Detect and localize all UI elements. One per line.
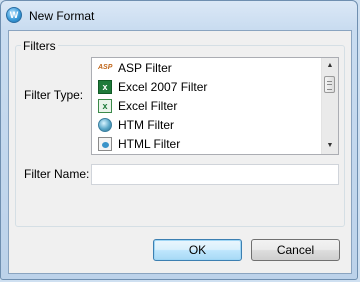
scrollbar-thumb[interactable] <box>324 76 335 93</box>
list-item-label: Excel 2007 Filter <box>118 80 208 94</box>
list-item-label: ASP Filter <box>118 61 172 75</box>
list-item[interactable]: x Excel 2007 Filter <box>96 78 318 97</box>
scroll-down-arrow-icon[interactable]: ▼ <box>322 138 338 154</box>
list-item[interactable]: HTML Filter <box>96 135 318 154</box>
list-item-label: HTM Filter <box>118 118 174 132</box>
filter-name-input[interactable] <box>91 164 339 185</box>
filter-type-label: Filter Type: <box>24 88 84 102</box>
list-scrollbar[interactable]: ▲ ▼ <box>321 58 338 154</box>
partial-list-item-icon <box>98 154 112 155</box>
list-item[interactable]: HTM Filter <box>96 116 318 135</box>
list-item[interactable]: ASP ASP Filter <box>96 59 318 78</box>
list-item[interactable]: x Excel Filter <box>96 97 318 116</box>
cancel-button[interactable]: Cancel <box>251 239 340 261</box>
title-bar[interactable]: W New Format <box>1 1 357 31</box>
filters-group-label: Filters <box>21 39 58 53</box>
asp-file-icon: ASP <box>98 64 113 71</box>
window-title: New Format <box>29 9 95 23</box>
filter-type-list[interactable]: ASP ASP Filter x Excel 2007 Filter x Exc… <box>91 57 339 155</box>
scroll-up-arrow-icon[interactable]: ▲ <box>322 58 338 74</box>
dialog-window: W New Format Filters Filter Type: ASP AS… <box>0 0 358 280</box>
excel-icon: x <box>98 99 112 113</box>
htm-globe-icon <box>98 118 112 132</box>
excel-2007-icon: x <box>98 80 112 94</box>
filter-name-label: Filter Name: <box>24 167 90 181</box>
list-item-label: Excel Filter <box>118 99 178 113</box>
list-item-label: HTML Filter <box>118 137 181 151</box>
app-logo-icon: W <box>6 7 22 23</box>
html-page-icon <box>98 137 112 151</box>
ok-button[interactable]: OK <box>153 239 242 261</box>
dialog-client-area: Filters Filter Type: ASP ASP Filter x Ex… <box>8 30 352 274</box>
